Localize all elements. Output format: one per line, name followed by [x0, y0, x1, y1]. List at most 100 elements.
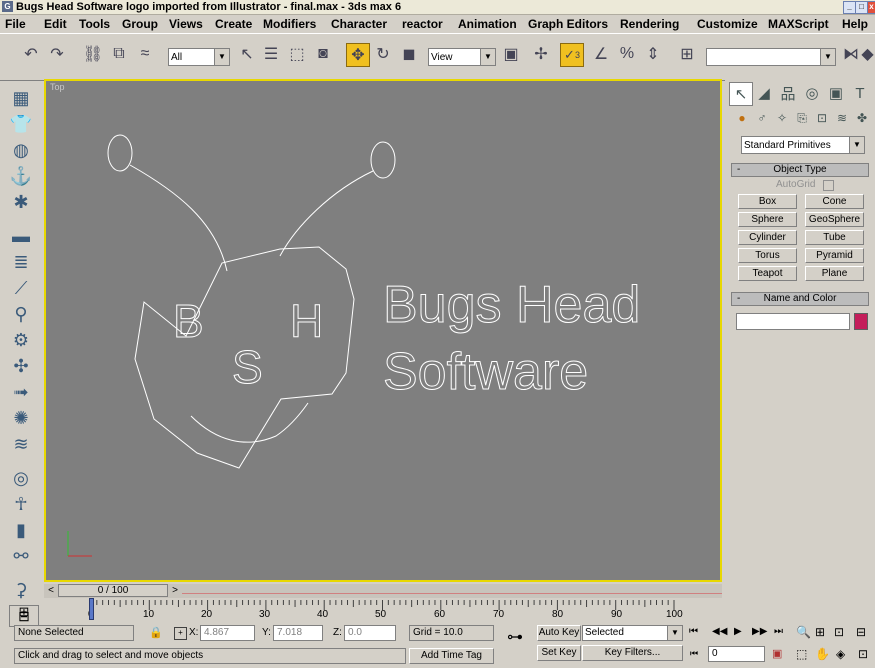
plane-icon[interactable]: ▬	[8, 223, 34, 249]
soft-body-collection-icon[interactable]: ◍	[8, 137, 34, 163]
object-category-dropdown[interactable]: Standard Primitives ▼	[741, 136, 865, 154]
key-mode-toggle-icon[interactable]: ⏮	[690, 648, 698, 659]
rope-collection-icon[interactable]: ⚓	[8, 163, 34, 189]
create-tab-icon[interactable]: ↖	[729, 82, 753, 106]
align-icon[interactable]: ◆	[860, 43, 875, 65]
go-to-start-icon[interactable]: ⏮	[689, 626, 698, 637]
snap-toggle-icon[interactable]: ✓ 3	[560, 43, 584, 67]
rectangular-selection-icon[interactable]: ⬚	[286, 43, 308, 65]
hierarchy-tab-icon[interactable]: 品	[777, 82, 799, 104]
menu-file[interactable]: File	[5, 17, 26, 31]
time-slider[interactable]: < 0 / 100 >	[44, 584, 722, 598]
absolute-mode-icon[interactable]: +	[174, 627, 187, 640]
ragdoll-constraint-icon[interactable]: ☥	[8, 491, 34, 517]
menu-character[interactable]: Character	[331, 17, 387, 31]
fracture-icon[interactable]: ✺	[8, 405, 34, 431]
toy-car-icon[interactable]: ➟	[8, 379, 34, 405]
menu-rendering[interactable]: Rendering	[620, 17, 679, 31]
menu-customize[interactable]: Customize	[697, 17, 758, 31]
zoom-extents-icon[interactable]: ⊡	[834, 625, 844, 639]
select-object-icon[interactable]: ↖	[236, 43, 258, 65]
maximize-viewport-icon[interactable]: ⊡	[858, 647, 868, 661]
set-key-mode-icon[interactable]: ⊶	[500, 630, 530, 646]
cameras-icon[interactable]: ⎘	[791, 107, 813, 129]
helpers-icon[interactable]: ⊡	[811, 107, 833, 129]
box-button[interactable]: Box	[738, 194, 797, 209]
select-and-rotate-icon[interactable]: ↻	[372, 43, 394, 65]
open-mini-curve-editor-icon[interactable]: ⊞	[11, 601, 37, 623]
menu-help[interactable]: Help	[842, 17, 868, 31]
prismatic-constraint-icon[interactable]: ⚳	[8, 577, 34, 603]
time-slider-thumb[interactable]: 0 / 100	[58, 584, 168, 597]
current-frame-field[interactable]: 0	[708, 646, 765, 662]
menu-group[interactable]: Group	[122, 17, 158, 31]
viewport-label[interactable]: Top	[50, 82, 65, 92]
hinge-constraint-icon[interactable]: ▮	[8, 517, 34, 543]
spring-icon[interactable]: ≣	[8, 249, 34, 275]
menu-graph-editors[interactable]: Graph Editors	[528, 17, 608, 31]
spinner-snap-icon[interactable]: ⇕	[642, 43, 664, 65]
systems-icon[interactable]: ✤	[851, 107, 873, 129]
sphere-button[interactable]: Sphere	[738, 212, 797, 227]
menu-views[interactable]: Views	[169, 17, 203, 31]
zoom-all-icon[interactable]: ⊞	[815, 625, 825, 639]
object-color-swatch[interactable]	[854, 313, 868, 330]
app-icon[interactable]: G	[2, 1, 13, 12]
cloth-collection-icon[interactable]: 👕	[8, 111, 34, 137]
go-to-end-icon[interactable]: ⏭	[774, 626, 783, 637]
bind-to-space-warp-icon[interactable]: ≈	[134, 43, 156, 65]
teapot-button[interactable]: Teapot	[738, 266, 797, 281]
auto-key-button[interactable]: Auto Key	[537, 625, 581, 641]
track-bar[interactable]: 0 10 20 30 40 50 60 70 80 90 100	[44, 598, 724, 622]
menu-maxscript[interactable]: MAXScript	[768, 17, 829, 31]
menu-animation[interactable]: Animation	[458, 17, 517, 31]
menu-tools[interactable]: Tools	[79, 17, 110, 31]
geosphere-button[interactable]: GeoSphere	[805, 212, 864, 227]
viewport-top[interactable]: B H S Bugs Head Software	[44, 79, 722, 582]
tube-button[interactable]: Tube	[805, 230, 864, 245]
prev-frame-arrow-icon[interactable]: <	[44, 584, 58, 598]
select-and-manipulate-icon[interactable]: ✢	[530, 43, 552, 65]
menu-create[interactable]: Create	[215, 17, 252, 31]
zoom-extents-all-icon[interactable]: ⊟	[856, 625, 866, 639]
pan-icon[interactable]: ✋	[815, 647, 830, 661]
motor-icon[interactable]: ⚙	[8, 327, 34, 353]
menu-modifiers[interactable]: Modifiers	[263, 17, 316, 31]
cone-button[interactable]: Cone	[805, 194, 864, 209]
time-configuration-icon[interactable]: ▣	[772, 647, 782, 660]
autogrid-checkbox[interactable]	[823, 180, 834, 191]
set-key-button[interactable]: Set Key	[537, 645, 581, 661]
unlink-icon[interactable]: ⧉	[108, 43, 130, 65]
space-warps-icon[interactable]: ≋	[831, 107, 853, 129]
pyramid-button[interactable]: Pyramid	[805, 248, 864, 263]
lock-selection-icon[interactable]: 🔒	[149, 626, 163, 639]
next-frame-arrow-icon[interactable]: >	[168, 584, 182, 598]
undo-icon[interactable]: ↶	[20, 43, 42, 65]
select-and-link-icon[interactable]: ⛓	[82, 43, 104, 65]
play-icon[interactable]: ▶	[734, 626, 742, 637]
object-name-field[interactable]	[736, 313, 850, 330]
deforming-mesh-icon[interactable]: ✱	[8, 189, 34, 215]
pivot-center-icon[interactable]: ▣	[500, 43, 522, 65]
next-frame-icon[interactable]: ▶▶	[752, 626, 767, 637]
z-coordinate-field[interactable]: 0.0	[344, 625, 396, 641]
reference-coordinate-dropdown[interactable]: View ▼	[428, 48, 496, 66]
close-icon[interactable]: x	[867, 1, 875, 14]
plane-button[interactable]: Plane	[805, 266, 864, 281]
region-zoom-icon[interactable]: ⬚	[796, 647, 807, 661]
display-tab-icon[interactable]: ▣	[825, 82, 847, 104]
cylinder-button[interactable]: Cylinder	[738, 230, 797, 245]
redo-icon[interactable]: ↷	[46, 43, 68, 65]
current-frame-marker[interactable]	[89, 598, 94, 620]
angle-snap-icon[interactable]: ∠	[590, 43, 612, 65]
select-and-move-icon[interactable]: ✥	[346, 43, 370, 67]
object-type-rollout-header[interactable]: - Object Type	[731, 163, 869, 177]
select-by-name-icon[interactable]: ☰	[260, 43, 282, 65]
percent-snap-icon[interactable]: %	[616, 43, 638, 65]
modify-tab-icon[interactable]: ◢	[753, 82, 775, 104]
key-filters-button[interactable]: Key Filters...	[582, 645, 683, 661]
motion-tab-icon[interactable]: ◎	[801, 82, 823, 104]
constraint-solver-icon[interactable]: ◎	[8, 465, 34, 491]
y-coordinate-field[interactable]: 7.018	[273, 625, 323, 641]
water-icon[interactable]: ≋	[8, 431, 34, 457]
